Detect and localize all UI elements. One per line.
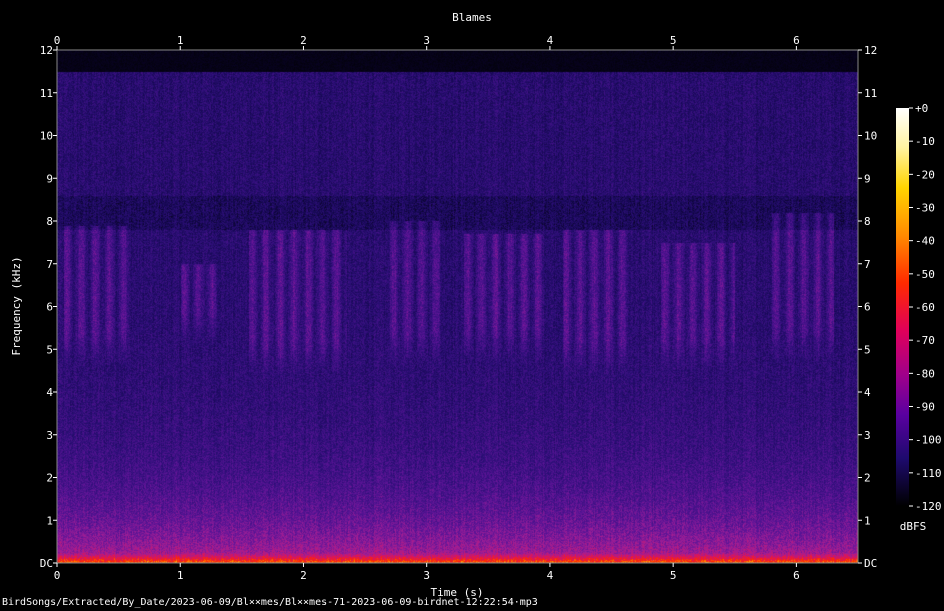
colorbar-tick-label: -60 bbox=[915, 301, 935, 314]
x-tick-label-top: 3 bbox=[423, 34, 430, 47]
file-path-caption: BirdSongs/Extracted/By_Date/2023-06-09/B… bbox=[2, 597, 538, 608]
y-tick-label-right: DC bbox=[864, 557, 877, 570]
y-tick-label-right: 8 bbox=[864, 215, 871, 228]
y-tick-label: 2 bbox=[46, 472, 53, 485]
x-tick-label: 5 bbox=[670, 569, 677, 582]
y-tick-label: 4 bbox=[46, 386, 53, 399]
y-tick-label: 11 bbox=[40, 87, 53, 100]
y-tick-label: 9 bbox=[46, 172, 53, 185]
y-axis-left: DC123456789101112 bbox=[40, 44, 57, 570]
y-axis-label: Frequency (kHz) bbox=[10, 256, 23, 355]
x-tick-label: 4 bbox=[547, 569, 554, 582]
y-tick-label-right: 3 bbox=[864, 429, 871, 442]
x-axis-top: 0 1 2 3 4 5 6 bbox=[54, 34, 800, 50]
x-tick-label: 2 bbox=[300, 569, 307, 582]
y-tick-label-right: 7 bbox=[864, 258, 871, 271]
colorbar-label: dBFS bbox=[900, 520, 927, 533]
x-tick-label: 1 bbox=[177, 569, 184, 582]
colorbar-tick-label: -10 bbox=[915, 135, 935, 148]
y-tick-label-right: 9 bbox=[864, 172, 871, 185]
y-axis-right: DC123456789101112 bbox=[858, 44, 877, 570]
colorbar-tick-label: -110 bbox=[915, 467, 942, 480]
x-tick-label: 3 bbox=[423, 569, 430, 582]
y-tick-label: DC bbox=[40, 557, 53, 570]
x-tick-label-top: 6 bbox=[793, 34, 800, 47]
spectrogram-figure: Blames 0123456 0123456 DC123456789101112… bbox=[10, 11, 942, 599]
colorbar-ticks: +0 -10 -20 -30 -40 -50 -60 -70 -80 -90 -100 -110 -12… bbox=[909, 102, 942, 513]
y-tick-label: 6 bbox=[46, 301, 53, 314]
y-tick-label-right: 10 bbox=[864, 130, 877, 143]
colorbar-tick-label: -50 bbox=[915, 268, 935, 281]
colorbar-tick-label: -100 bbox=[915, 434, 942, 447]
y-tick-label: 3 bbox=[46, 429, 53, 442]
x-tick-label-top: 1 bbox=[177, 34, 184, 47]
y-tick-label: 12 bbox=[40, 44, 53, 57]
y-tick-label-right: 6 bbox=[864, 301, 871, 314]
y-tick-label: 1 bbox=[46, 514, 53, 527]
colorbar-tick-label: -90 bbox=[915, 401, 935, 414]
y-tick-label-right: 2 bbox=[864, 472, 871, 485]
x-tick-label-top: 5 bbox=[670, 34, 677, 47]
y-tick-label: 5 bbox=[46, 343, 53, 356]
colorbar-tick-label: -30 bbox=[915, 202, 935, 215]
x-tick-label: 0 bbox=[54, 569, 61, 582]
y-tick-label-right: 1 bbox=[864, 514, 871, 527]
colorbar-tick-label: -40 bbox=[915, 235, 935, 248]
x-tick-label-top: 2 bbox=[300, 34, 307, 47]
colorbar-tick-label: -120 bbox=[915, 500, 942, 513]
colorbar: +0 -10 -20 -30 -40 -50 -60 -70 -80 -90 -100 -110 -12… bbox=[896, 102, 942, 533]
y-tick-label: 10 bbox=[40, 130, 53, 143]
colorbar-tick-label: -80 bbox=[915, 367, 935, 380]
colorbar-tick-label: +0 bbox=[915, 102, 928, 115]
y-tick-label: 8 bbox=[46, 215, 53, 228]
y-tick-label-right: 4 bbox=[864, 386, 871, 399]
y-tick-label-right: 12 bbox=[864, 44, 877, 57]
y-tick-label: 7 bbox=[46, 258, 53, 271]
chart-title: Blames bbox=[452, 11, 492, 24]
x-tick-label: 6 bbox=[793, 569, 800, 582]
colorbar-tick-label: -20 bbox=[915, 168, 935, 181]
y-tick-label-right: 11 bbox=[864, 87, 877, 100]
plot-area bbox=[56, 49, 859, 564]
x-axis-bottom: 0 1 2 3 4 5 6 bbox=[54, 563, 800, 582]
x-tick-label-top: 4 bbox=[547, 34, 554, 47]
colorbar-tick-label: -70 bbox=[915, 334, 935, 347]
colorbar-gradient bbox=[896, 108, 909, 506]
spectrogram-image bbox=[57, 50, 858, 563]
x-tick-label-top: 0 bbox=[54, 34, 61, 47]
y-tick-label-right: 5 bbox=[864, 343, 871, 356]
